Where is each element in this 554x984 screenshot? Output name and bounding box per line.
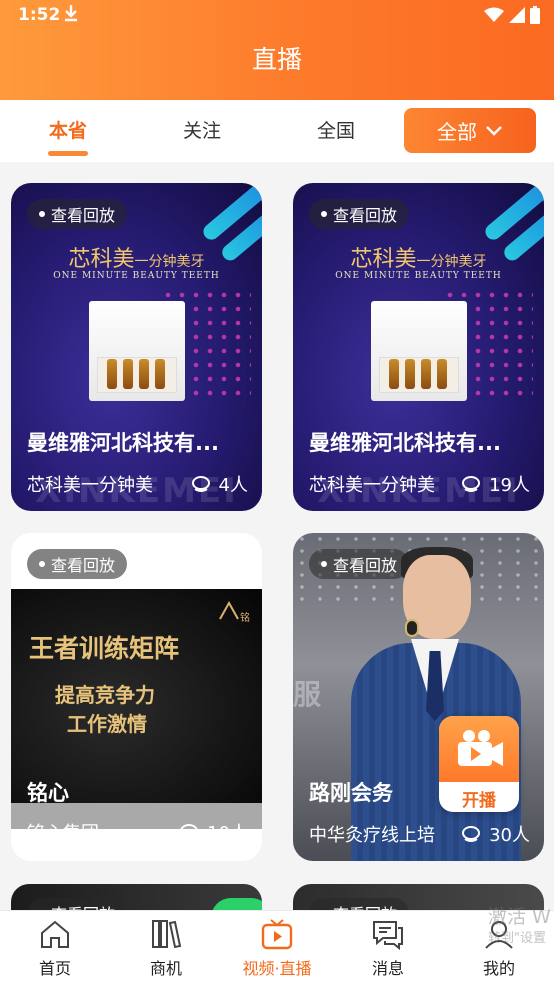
region-tabs: 本省 关注 全国 全部 bbox=[0, 100, 554, 162]
tv-play-icon bbox=[261, 919, 293, 950]
microphone-icon bbox=[405, 619, 419, 637]
card-title: 铭心 bbox=[27, 781, 69, 805]
viewer-count: 30人 bbox=[489, 825, 530, 846]
chevron-down-icon bbox=[486, 125, 502, 136]
poster-subtitle: ONE MINUTE BEAUTY TEETH bbox=[53, 271, 220, 281]
nav-label: 视频·直播 bbox=[242, 959, 312, 978]
card-title: 曼维雅河北科技有... bbox=[309, 431, 501, 455]
nav-video-live[interactable]: 视频·直播 bbox=[227, 917, 327, 979]
viewers-icon bbox=[180, 824, 199, 832]
nav-business[interactable]: 商机 bbox=[116, 917, 216, 979]
card-host: 中华灸疗线上培 bbox=[309, 825, 435, 846]
home-icon bbox=[41, 920, 69, 948]
product-box-image bbox=[371, 301, 467, 401]
replay-badge[interactable]: 查看回放 bbox=[27, 549, 128, 579]
tab-province[interactable]: 本省 bbox=[28, 116, 108, 156]
page-title: 直播 bbox=[251, 45, 302, 74]
poster-subtitle: ONE MINUTE BEAUTY TEETH bbox=[335, 271, 502, 281]
tab-national[interactable]: 全国 bbox=[296, 116, 376, 143]
system-watermark: 激活 W 转到"设置 bbox=[488, 906, 554, 950]
card-host: 芯科美一分钟美 bbox=[27, 475, 153, 496]
viewer-count: 19人 bbox=[489, 475, 530, 496]
nav-label: 商机 bbox=[149, 959, 182, 978]
app-header: 1:52 直播 bbox=[0, 0, 554, 100]
bottom-nav: 首页 商机 视频·直播 消息 我的 bbox=[0, 910, 554, 984]
live-card[interactable]: 铭 王者训练矩阵 提高竞争力 工作激情 查看回放 铭心 铭心集团 10人 bbox=[11, 533, 262, 861]
viewers-icon bbox=[462, 826, 481, 842]
filter-label: 全部 bbox=[437, 120, 477, 144]
nav-home[interactable]: 首页 bbox=[5, 917, 105, 979]
replay-badge[interactable]: 查看回放 bbox=[309, 549, 410, 579]
tab-following[interactable]: 关注 bbox=[162, 116, 242, 143]
card-title: 路刚会务 bbox=[309, 781, 393, 805]
live-card[interactable]: 芯科美一分钟美牙 ONE MINUTE BEAUTY TEETH XINKEME… bbox=[293, 183, 544, 511]
poster-headline: 王者训练矩阵 bbox=[29, 634, 180, 663]
status-icons bbox=[484, 6, 540, 24]
product-box-image bbox=[89, 301, 185, 401]
tab-label: 本省 bbox=[48, 120, 87, 142]
card-host: 铭心集团 bbox=[27, 823, 99, 844]
viewer-count: 4人 bbox=[218, 475, 248, 496]
replay-badge[interactable]: 查看回放 bbox=[27, 199, 128, 229]
tab-label: 关注 bbox=[182, 120, 221, 142]
live-card[interactable]: 芯科美一分钟美牙 ONE MINUTE BEAUTY TEETH XINKEME… bbox=[11, 183, 262, 511]
watermark-line: 转到"设置 bbox=[488, 931, 546, 946]
filter-all-button[interactable]: 全部 bbox=[404, 108, 536, 153]
replay-badge[interactable]: 查看回放 bbox=[309, 199, 410, 229]
replay-badge-label: 查看回放 bbox=[333, 206, 398, 225]
poster-brand: 芯科美 bbox=[68, 247, 135, 272]
nav-label: 我的 bbox=[482, 959, 515, 978]
poster-logo: 铭 bbox=[218, 600, 262, 625]
live-screen: 1:52 直播 本省 关注 全国 全部 芯科美一分钟美牙 ONE MINUTE … bbox=[0, 0, 554, 984]
start-broadcast-button[interactable]: 开播 bbox=[439, 716, 519, 812]
poster-line: 工作激情 bbox=[67, 712, 147, 736]
viewer-count: 10人 bbox=[207, 823, 248, 844]
nav-label: 消息 bbox=[371, 959, 404, 978]
nav-messages[interactable]: 消息 bbox=[338, 917, 438, 979]
poster-brand: 芯科美 bbox=[350, 247, 417, 272]
viewers-icon bbox=[191, 476, 210, 492]
books-icon bbox=[152, 920, 182, 949]
card-title: 曼维雅河北科技有... bbox=[27, 431, 219, 455]
download-icon bbox=[64, 4, 78, 27]
poster-slogan: 一分钟美牙 bbox=[416, 254, 487, 270]
poster-line: 提高竞争力 bbox=[55, 683, 155, 707]
tab-active-indicator bbox=[48, 151, 88, 156]
replay-badge-label: 查看回放 bbox=[51, 206, 116, 225]
wifi-icon bbox=[484, 7, 504, 22]
viewers-icon bbox=[462, 476, 481, 492]
replay-badge-label: 查看回放 bbox=[333, 556, 398, 575]
card-host: 芯科美一分钟美 bbox=[309, 475, 435, 496]
status-time: 1:52 bbox=[18, 5, 61, 25]
replay-badge-label: 查看回放 bbox=[51, 556, 116, 575]
card-poster: 芯科美一分钟美牙 ONE MINUTE BEAUTY TEETH XINKEME… bbox=[293, 183, 544, 511]
nav-label: 首页 bbox=[38, 959, 71, 978]
status-bar: 1:52 bbox=[0, 0, 554, 32]
card-poster: 芯科美一分钟美牙 ONE MINUTE BEAUTY TEETH XINKEME… bbox=[11, 183, 262, 511]
battery-icon bbox=[530, 6, 540, 24]
video-camera-icon bbox=[458, 730, 503, 766]
watermark-line: 激活 W bbox=[488, 906, 551, 928]
signal-icon bbox=[509, 7, 525, 23]
tab-label: 全国 bbox=[316, 120, 355, 142]
chat-icon bbox=[373, 921, 403, 951]
poster-slogan: 一分钟美牙 bbox=[134, 254, 205, 270]
start-broadcast-label: 开播 bbox=[462, 791, 496, 811]
